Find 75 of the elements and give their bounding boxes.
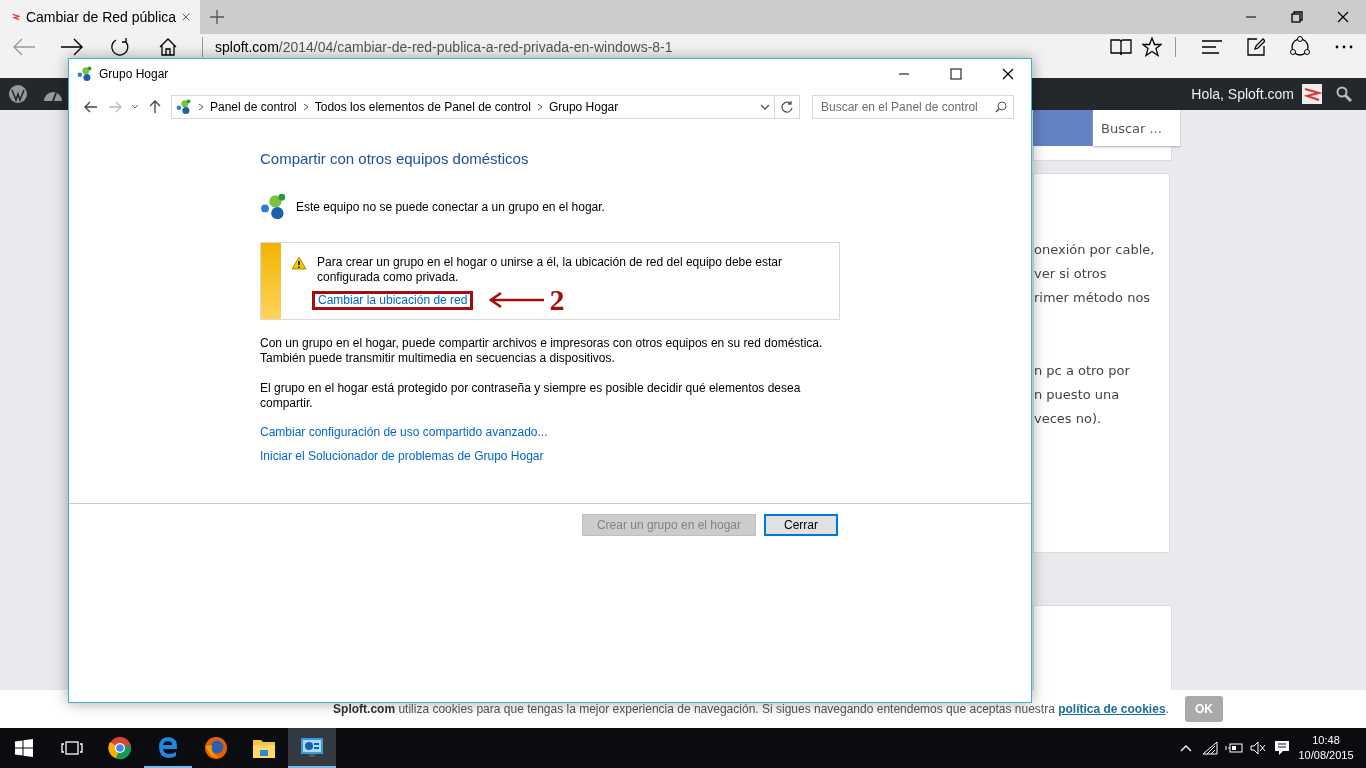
description-text: El grupo en el hogar está protegido por contraseña y siempre es posible decidir qué elementos desea compartir. [260,381,802,411]
article-text: veces no). [1034,410,1103,428]
maximize-icon[interactable] [950,68,962,80]
settings-link[interactable]: Iniciar el Solucionador de problemas de Grupo Hogar [260,449,544,463]
article-text: onexión por cable, [1034,241,1156,259]
dropdown-icon[interactable] [131,104,139,110]
star-icon[interactable] [1141,37,1162,57]
search-icon [995,101,1007,113]
article-text: rimer método nos [1034,289,1152,307]
chevron-up-icon[interactable] [1180,744,1192,752]
section-heading: Compartir con otros equipos domésticos [260,150,530,167]
refresh-icon[interactable] [110,37,130,57]
account-greeting[interactable]: Hola, Sploft.com [1191,86,1294,102]
close-button[interactable]: Cerrar [764,514,838,536]
plus-icon[interactable] [210,10,224,24]
article-text: ver si otros [1034,265,1108,283]
windows-logo-icon [15,739,33,757]
chevron-icon [198,103,204,111]
clock[interactable]: 10:48 10/08/2015 [1294,728,1358,768]
notification-icon[interactable] [1274,740,1290,756]
cookie-notice: Sploft.com utiliza cookies para que tengas la mejor experiencia de navegación. Si sigues navegando entendemos que aceptas nuestra política de cookies. [333,702,1169,716]
book-icon[interactable] [1109,37,1132,57]
battery-icon[interactable] [1225,742,1243,754]
chrome-icon [108,736,132,760]
favicon-icon [12,11,20,23]
article-text: n puesto una [1034,386,1121,404]
warning-icon [291,256,307,270]
edge-icon [156,735,180,759]
header-bar [1033,110,1093,146]
back-arrow-icon[interactable] [84,101,98,113]
taskbar-app[interactable] [288,728,336,768]
article-text: n pc a otro por [1034,362,1131,380]
breadcrumb-item[interactable]: Grupo Hogar [548,100,619,114]
browser-tab[interactable]: Cambiar de Red pública [0,0,200,34]
folder-icon [252,737,276,759]
clock-date: 10/08/2015 [1298,748,1354,763]
warning-text: Para crear un grupo en el hogar o unirse a él, la ubicación de red del equipo debe estar configurada como privada. [317,255,783,285]
menu-icon[interactable] [1202,40,1222,54]
firefox-icon [204,736,228,760]
breadcrumb-item[interactable]: Todos los elementos de Panel de control [314,100,531,114]
description-text: Con un grupo en el hogar, puede compartir archivos e impresoras con otros equipos en su red doméstica. También puede transmitir multimedia en secuencias a dispositivos. [260,336,824,366]
address-bar[interactable]: Panel de control Todos los elementos de Panel de control Grupo Hogar [171,95,775,119]
chevron-icon [302,103,309,111]
forward-arrow-icon[interactable] [60,38,84,56]
search-icon[interactable] [1336,86,1352,102]
cookie-policy-link[interactable]: política de cookies [1058,702,1166,716]
refresh-icon[interactable] [781,101,793,113]
restore-icon[interactable] [1291,11,1303,23]
avatar-icon [1302,84,1322,104]
homegroup-icon [176,99,192,115]
search-field[interactable]: Buscar en el Panel de control [812,95,1014,119]
home-icon[interactable] [158,37,178,57]
close-icon[interactable] [1337,11,1349,23]
clock-time: 10:48 [1312,733,1340,748]
dropdown-icon[interactable] [760,104,770,110]
annotation-arrow [489,291,546,309]
breadcrumb-item[interactable]: Panel de control [210,100,297,114]
status-text: Este equipo no se puede conectar a un grupo en el hogar. [296,200,605,214]
chevron-icon [536,103,543,111]
more-icon[interactable] [1335,45,1353,49]
settings-link[interactable]: Cambiar configuración de uso compartido avanzado... [260,425,548,439]
task-view-icon [61,741,83,755]
share-icon[interactable] [1289,36,1311,58]
volume-muted-icon[interactable] [1250,741,1266,755]
window-title: Grupo Hogar [99,67,169,81]
control-panel-icon [300,736,324,758]
close-icon[interactable] [1002,68,1014,80]
search-field[interactable]: Buscar ... [1093,110,1180,146]
note-icon[interactable] [1247,38,1265,56]
homegroup-icon [260,193,288,221]
wordpress-icon[interactable] [7,84,28,104]
annotation-number: 2 [549,287,565,313]
homegroup-icon [77,66,93,82]
up-arrow-icon[interactable] [149,100,161,114]
change-location-link[interactable]: Cambiar la ubicación de red [318,292,468,307]
